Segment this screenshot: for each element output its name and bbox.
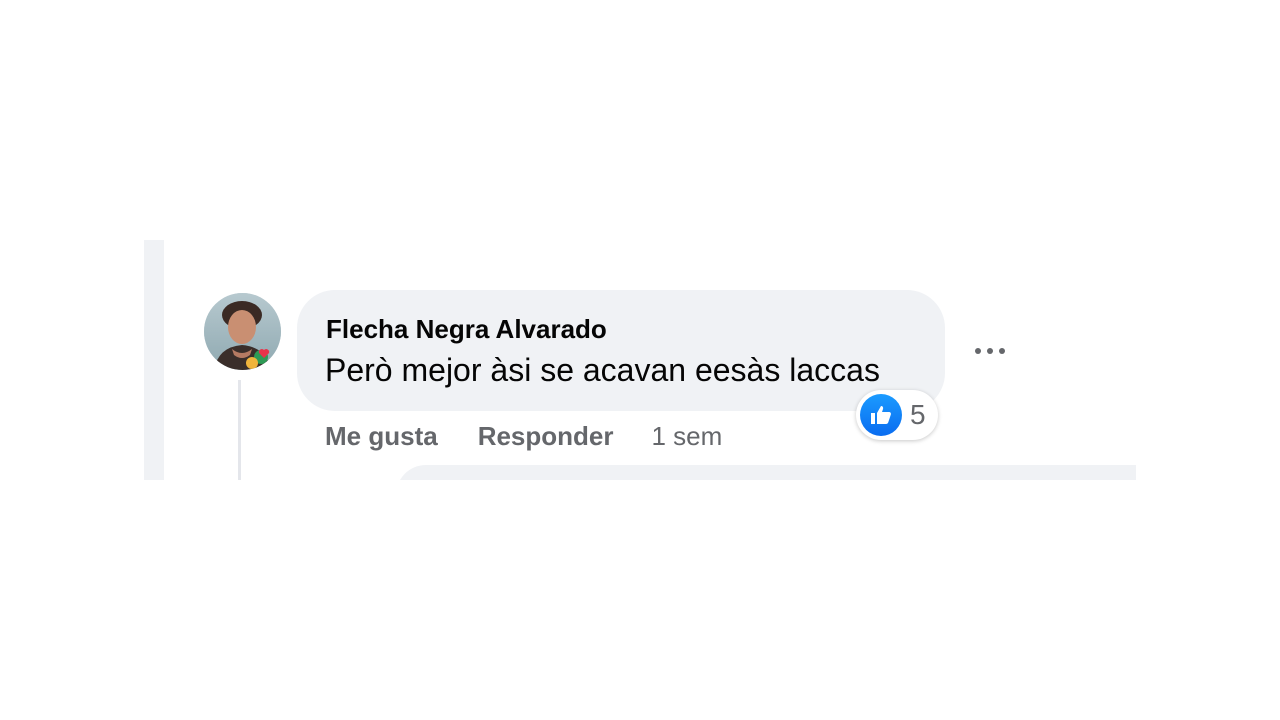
next-reply-bubble (396, 465, 1136, 480)
comment-timestamp[interactable]: 1 sem (652, 421, 723, 452)
comment-actions: Me gusta Responder 1 sem (325, 421, 722, 452)
reaction-count: 5 (910, 399, 926, 430)
comment-bubble: Flecha Negra Alvarado Però mejor àsi se … (297, 290, 945, 411)
like-button[interactable]: Me gusta (325, 421, 438, 452)
reply-button[interactable]: Responder (478, 421, 614, 452)
more-options-button[interactable] (962, 333, 1018, 369)
thread-left-border (144, 240, 164, 480)
reaction-summary[interactable]: 5 (856, 390, 938, 440)
profile-photo (204, 293, 281, 370)
like-icon (860, 394, 902, 436)
comment-author[interactable]: Flecha Negra Alvarado (326, 314, 607, 345)
more-options-icon (975, 348, 1005, 354)
comment-text: Però mejor àsi se acavan eesàs laccas (325, 352, 880, 388)
reply-thread-line (238, 380, 241, 480)
avatar[interactable] (204, 293, 281, 370)
comment-thread: Flecha Negra Alvarado Però mejor àsi se … (144, 240, 1136, 480)
